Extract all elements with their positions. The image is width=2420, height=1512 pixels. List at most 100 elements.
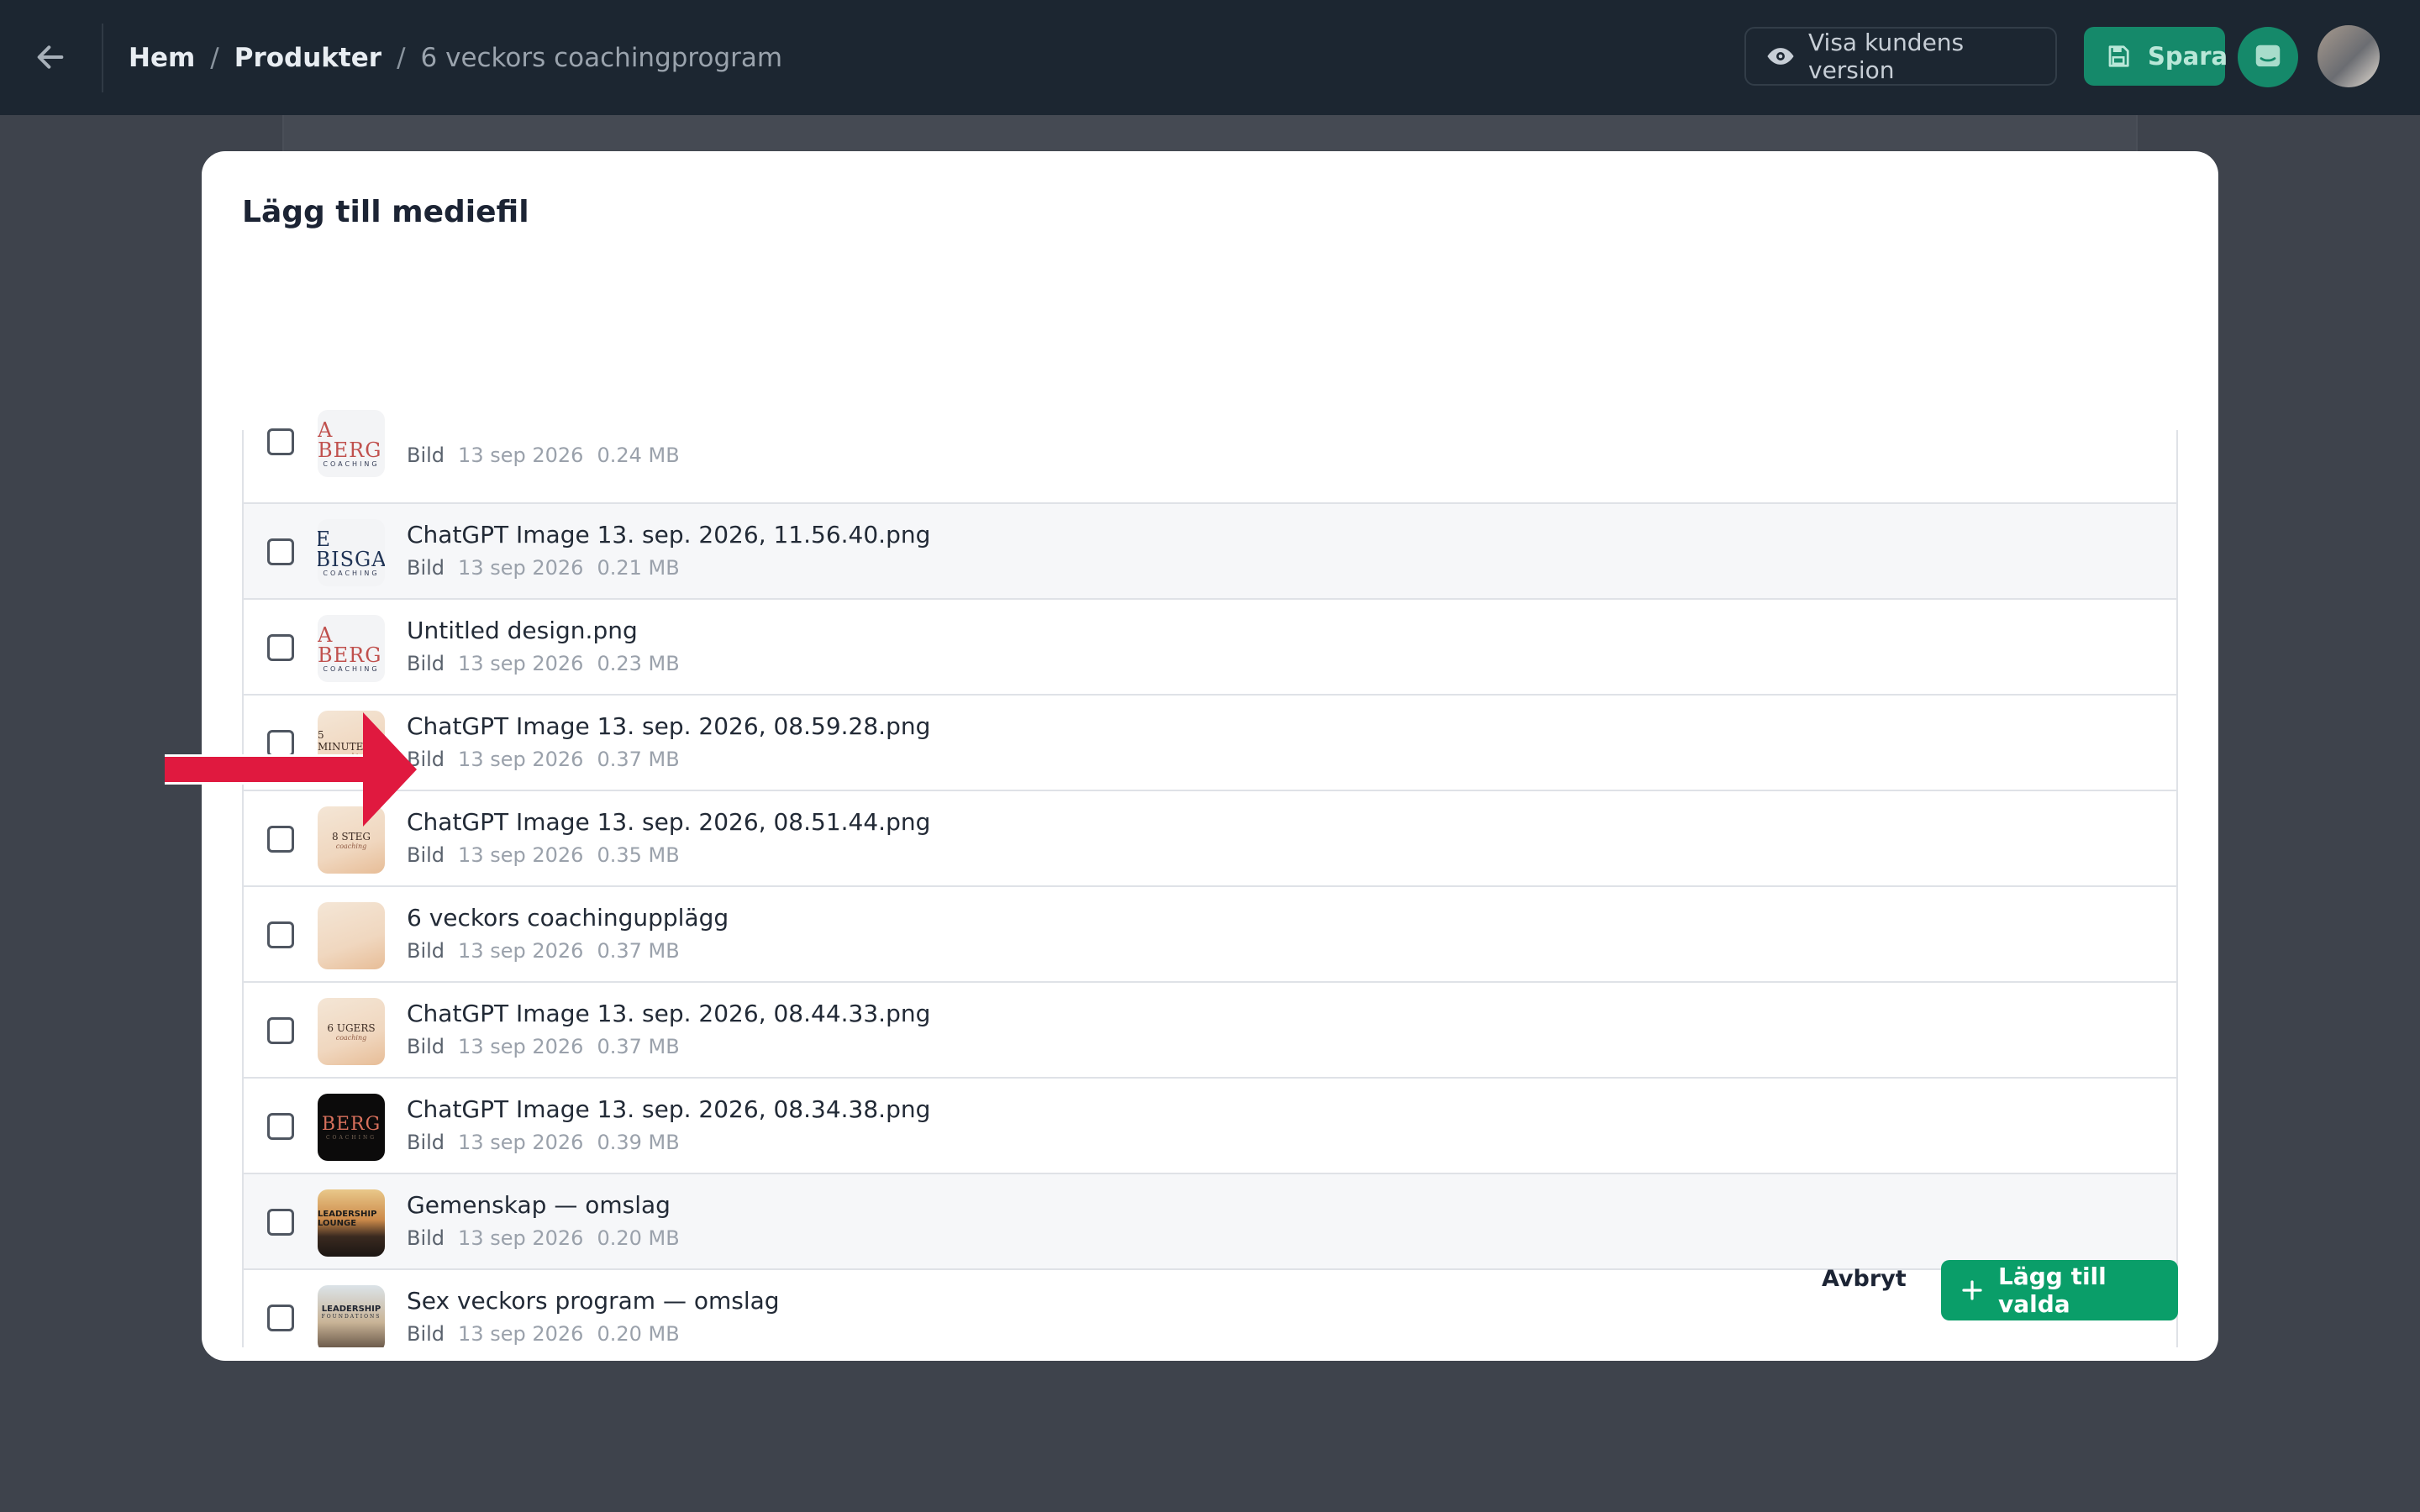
file-type: Bild bbox=[407, 556, 445, 580]
file-select-checkbox[interactable] bbox=[267, 1113, 294, 1140]
file-meta: Bild 13 sep 2026 0.37 MB bbox=[407, 1035, 680, 1058]
breadcrumb-separator: / bbox=[210, 42, 219, 73]
file-meta: Bild 13 sep 2026 0.20 MB bbox=[407, 1226, 680, 1250]
file-name: Untitled design.png bbox=[407, 617, 638, 644]
file-select-checkbox[interactable] bbox=[267, 921, 294, 948]
thumbnail-subtext: coaching bbox=[335, 842, 367, 850]
arrow-left-icon bbox=[37, 45, 64, 69]
file-size: 0.37 MB bbox=[597, 1035, 680, 1058]
file-size: 0.20 MB bbox=[597, 1226, 680, 1250]
breadcrumb-separator: / bbox=[397, 42, 406, 73]
file-date: 13 sep 2026 bbox=[458, 939, 584, 963]
breadcrumb-current: 6 veckors coachingprogram bbox=[420, 42, 783, 73]
file-select-checkbox[interactable] bbox=[267, 1305, 294, 1331]
top-bar: Hem / Produkter / 6 veckors coachingprog… bbox=[0, 0, 2420, 115]
media-file-row[interactable]: 6 veckors coachingupplägg Bild 13 sep 2026… bbox=[244, 885, 2176, 981]
file-thumbnail bbox=[318, 902, 385, 969]
file-meta: Bild 13 sep 2026 0.39 MB bbox=[407, 1131, 680, 1154]
thumbnail-text: A BERG bbox=[318, 622, 382, 667]
file-type: Bild bbox=[407, 1322, 445, 1346]
file-date: 13 sep 2026 bbox=[458, 843, 584, 867]
media-file-row[interactable]: 5 MINUTERScoachingChatGPT Image 13. sep.… bbox=[244, 694, 2176, 790]
file-size: 0.39 MB bbox=[597, 1131, 680, 1154]
thumbnail-subtext: COACHING bbox=[323, 664, 380, 673]
thumbnail-subtext: coaching bbox=[335, 1033, 367, 1042]
customer-preview-button[interactable]: Visa kundens version bbox=[1744, 27, 2057, 86]
thumbnail-text: BERG bbox=[321, 1114, 381, 1135]
file-size: 0.21 MB bbox=[597, 556, 680, 580]
chat-icon bbox=[2255, 45, 2281, 67]
add-selected-label: Lägg till valda bbox=[1998, 1263, 2107, 1318]
media-file-row[interactable]: 8 STEG coaching ChatGPT Image 13. sep. 202… bbox=[244, 790, 2176, 885]
file-select-checkbox[interactable] bbox=[267, 538, 294, 565]
topbar-divider bbox=[102, 24, 103, 92]
file-date: 13 sep 2026 bbox=[458, 748, 584, 771]
file-size: 0.20 MB bbox=[597, 1322, 680, 1346]
media-file-row[interactable]: 6 UGERS coaching ChatGPT Image 13. sep. 20… bbox=[244, 981, 2176, 1077]
file-select-checkbox[interactable] bbox=[267, 634, 294, 661]
file-meta: Bild 13 sep 2026 0.35 MB bbox=[407, 843, 680, 867]
breadcrumb-products[interactable]: Produkter bbox=[234, 43, 381, 73]
save-button[interactable]: Spara bbox=[2084, 27, 2228, 86]
file-select-checkbox[interactable] bbox=[267, 1017, 294, 1044]
customer-preview-label: Visa kundens version bbox=[1808, 29, 1965, 84]
file-type: Bild bbox=[407, 444, 445, 467]
chat-button[interactable] bbox=[2238, 27, 2298, 87]
file-date: 13 sep 2026 bbox=[458, 556, 584, 580]
thumbnail-subtext: COACHING bbox=[325, 1135, 377, 1141]
file-name: Gemenskap — omslag bbox=[407, 1191, 671, 1219]
media-file-row[interactable]: E BISGA COACHING ChatGPT Image 13. sep. 20… bbox=[244, 502, 2176, 598]
file-thumbnail: LEADERSHIP LOUNGE bbox=[318, 1189, 385, 1257]
thumbnail-text: A BERG bbox=[318, 417, 382, 462]
file-thumbnail: 6 UGERS coaching bbox=[318, 998, 385, 1065]
file-size: 0.35 MB bbox=[597, 843, 680, 867]
file-type: Bild bbox=[407, 1226, 445, 1250]
file-meta: Bild 13 sep 2026 0.24 MB bbox=[407, 444, 680, 467]
file-size: 0.37 MB bbox=[597, 939, 680, 963]
file-thumbnail: BERG COACHING bbox=[318, 1094, 385, 1161]
thumbnail-text: E BISGA bbox=[318, 527, 385, 571]
modal-title: Lägg till mediefil bbox=[242, 195, 529, 229]
floppy-disk-icon bbox=[2106, 44, 2131, 69]
breadcrumb: Hem / Produkter / 6 veckors coachingprog… bbox=[129, 0, 782, 115]
media-file-row[interactable]: A BERG COACHING Untitled design.png Bild 13 … bbox=[244, 598, 2176, 694]
file-select-checkbox[interactable] bbox=[267, 428, 294, 455]
breadcrumb-home[interactable]: Hem bbox=[129, 43, 195, 73]
file-type: Bild bbox=[407, 1131, 445, 1154]
thumbnail-text: 6 UGERS bbox=[327, 1021, 376, 1034]
user-avatar[interactable] bbox=[2317, 25, 2380, 87]
media-file-list-box: A BERG COACHING Bild 13 sep 2026 0.24 MB E BI… bbox=[242, 410, 2178, 1347]
annotation-arrow-icon bbox=[165, 712, 417, 827]
save-label: Spara bbox=[2148, 42, 2228, 71]
file-meta: Bild 13 sep 2026 0.20 MB bbox=[407, 1322, 680, 1346]
media-file-list[interactable]: A BERG COACHING Bild 13 sep 2026 0.24 MB E BI… bbox=[242, 279, 2178, 1347]
file-size: 0.24 MB bbox=[597, 444, 680, 467]
file-size: 0.37 MB bbox=[597, 748, 680, 771]
thumbnail-text: LEADERSHIP bbox=[321, 1305, 381, 1314]
file-name: 6 veckors coachingupplägg bbox=[407, 904, 729, 932]
add-media-modal: Lägg till mediefil A BERG COACHING Bild 13 … bbox=[202, 151, 2218, 1361]
file-name: Sex veckors program — omslag bbox=[407, 1287, 780, 1315]
file-meta: Bild 13 sep 2026 0.23 MB bbox=[407, 652, 680, 675]
file-select-checkbox[interactable] bbox=[267, 1209, 294, 1236]
file-type: Bild bbox=[407, 652, 445, 675]
add-selected-button[interactable]: Lägg till valda bbox=[1941, 1260, 2178, 1320]
file-name: ChatGPT Image 13. sep. 2026, 08.44.33.pn… bbox=[407, 1000, 931, 1027]
file-name: ChatGPT Image 13. sep. 2026, 08.34.38.pn… bbox=[407, 1095, 931, 1123]
media-file-row[interactable]: BERG COACHING ChatGPT Image 13. sep. 2026,… bbox=[244, 1077, 2176, 1173]
file-type: Bild bbox=[407, 1035, 445, 1058]
thumbnail-text: 8 STEG bbox=[331, 830, 371, 843]
plus-icon bbox=[1960, 1278, 1985, 1303]
thumbnail-subtext: COACHING bbox=[323, 459, 380, 468]
file-date: 13 sep 2026 bbox=[458, 652, 584, 675]
file-date: 13 sep 2026 bbox=[458, 1035, 584, 1058]
file-size: 0.23 MB bbox=[597, 652, 680, 675]
file-date: 13 sep 2026 bbox=[458, 1131, 584, 1154]
cancel-button[interactable]: Avbryt bbox=[1822, 1266, 1907, 1292]
thumbnail-subtext: FOUNDATIONS bbox=[321, 1314, 381, 1320]
back-button[interactable] bbox=[29, 35, 72, 79]
media-file-row[interactable]: LEADERSHIP LOUNGE Gemenskap — omslag Bild 1… bbox=[244, 1173, 2176, 1268]
file-type: Bild bbox=[407, 939, 445, 963]
file-thumbnail: A BERG COACHING bbox=[318, 410, 385, 477]
media-file-row[interactable]: A BERG COACHING Bild 13 sep 2026 0.24 MB bbox=[244, 410, 2176, 502]
